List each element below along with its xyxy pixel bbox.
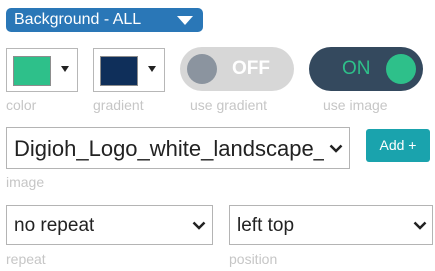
image-select-value: Digioh_Logo_white_landscape_	[14, 136, 324, 161]
background-scope-label: Background - ALL	[14, 11, 142, 28]
position-caption: position	[229, 251, 278, 267]
use-gradient-toggle[interactable]: OFF	[180, 47, 294, 91]
color-picker[interactable]	[6, 48, 78, 92]
repeat-caption: repeat	[6, 251, 46, 267]
caret-down-icon	[177, 16, 193, 25]
position-select-value: left top	[237, 215, 295, 236]
toggle-state-label: ON	[342, 58, 371, 79]
background-scope-dropdown[interactable]: Background - ALL	[6, 8, 203, 32]
gradient-caption: gradient	[93, 97, 144, 113]
caret-down-icon	[61, 66, 69, 72]
color-swatch	[13, 56, 51, 86]
toggle-knob	[386, 54, 416, 84]
image-caption: image	[6, 174, 45, 190]
chevron-down-icon	[413, 221, 427, 230]
color-caption: color	[6, 97, 37, 113]
repeat-select-value: no repeat	[14, 215, 95, 236]
repeat-select[interactable]: no repeat	[6, 205, 213, 245]
use-image-caption: use image	[323, 97, 388, 113]
toggle-state-label: OFF	[232, 58, 270, 79]
chevron-down-icon	[329, 144, 343, 153]
use-image-toggle[interactable]: ON	[309, 47, 423, 91]
position-select[interactable]: left top	[229, 205, 433, 245]
caret-down-icon	[148, 66, 156, 72]
chevron-down-icon	[192, 221, 206, 230]
gradient-picker[interactable]	[93, 48, 165, 92]
use-gradient-caption: use gradient	[190, 97, 268, 113]
image-select[interactable]: Digioh_Logo_white_landscape_	[6, 127, 350, 169]
add-image-button[interactable]: Add +	[366, 129, 430, 162]
gradient-swatch	[100, 56, 138, 86]
toggle-knob	[187, 54, 217, 84]
